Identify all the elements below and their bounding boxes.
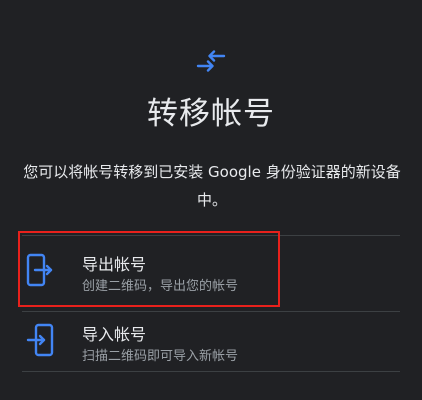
divider [22,311,400,312]
phone-export-icon [26,253,53,287]
page-title: 转移帐号 [147,96,275,132]
phone-import-icon [26,323,54,357]
divider [22,371,400,372]
import-option-title: 导入帐号 [82,325,147,344]
export-option-subtitle: 创建二维码，导出您的帐号 [82,279,239,294]
page-description: 您可以将帐号转移到已安装 Google 身份验证器的新设备中。 [23,163,401,209]
import-accounts-option[interactable]: 导入帐号 扫描二维码即可导入新帐号 [22,313,400,373]
import-option-subtitle: 扫描二维码即可导入新帐号 [82,349,239,364]
divider [22,235,400,236]
transfer-arrows-icon [196,50,226,72]
export-option-title: 导出帐号 [82,255,147,274]
transfer-accounts-screen: 转移帐号 您可以将帐号转移到已安装 Google 身份验证器的新设备中。 导出帐… [0,0,422,400]
export-accounts-option[interactable]: 导出帐号 创建二维码，导出您的帐号 [22,243,400,303]
